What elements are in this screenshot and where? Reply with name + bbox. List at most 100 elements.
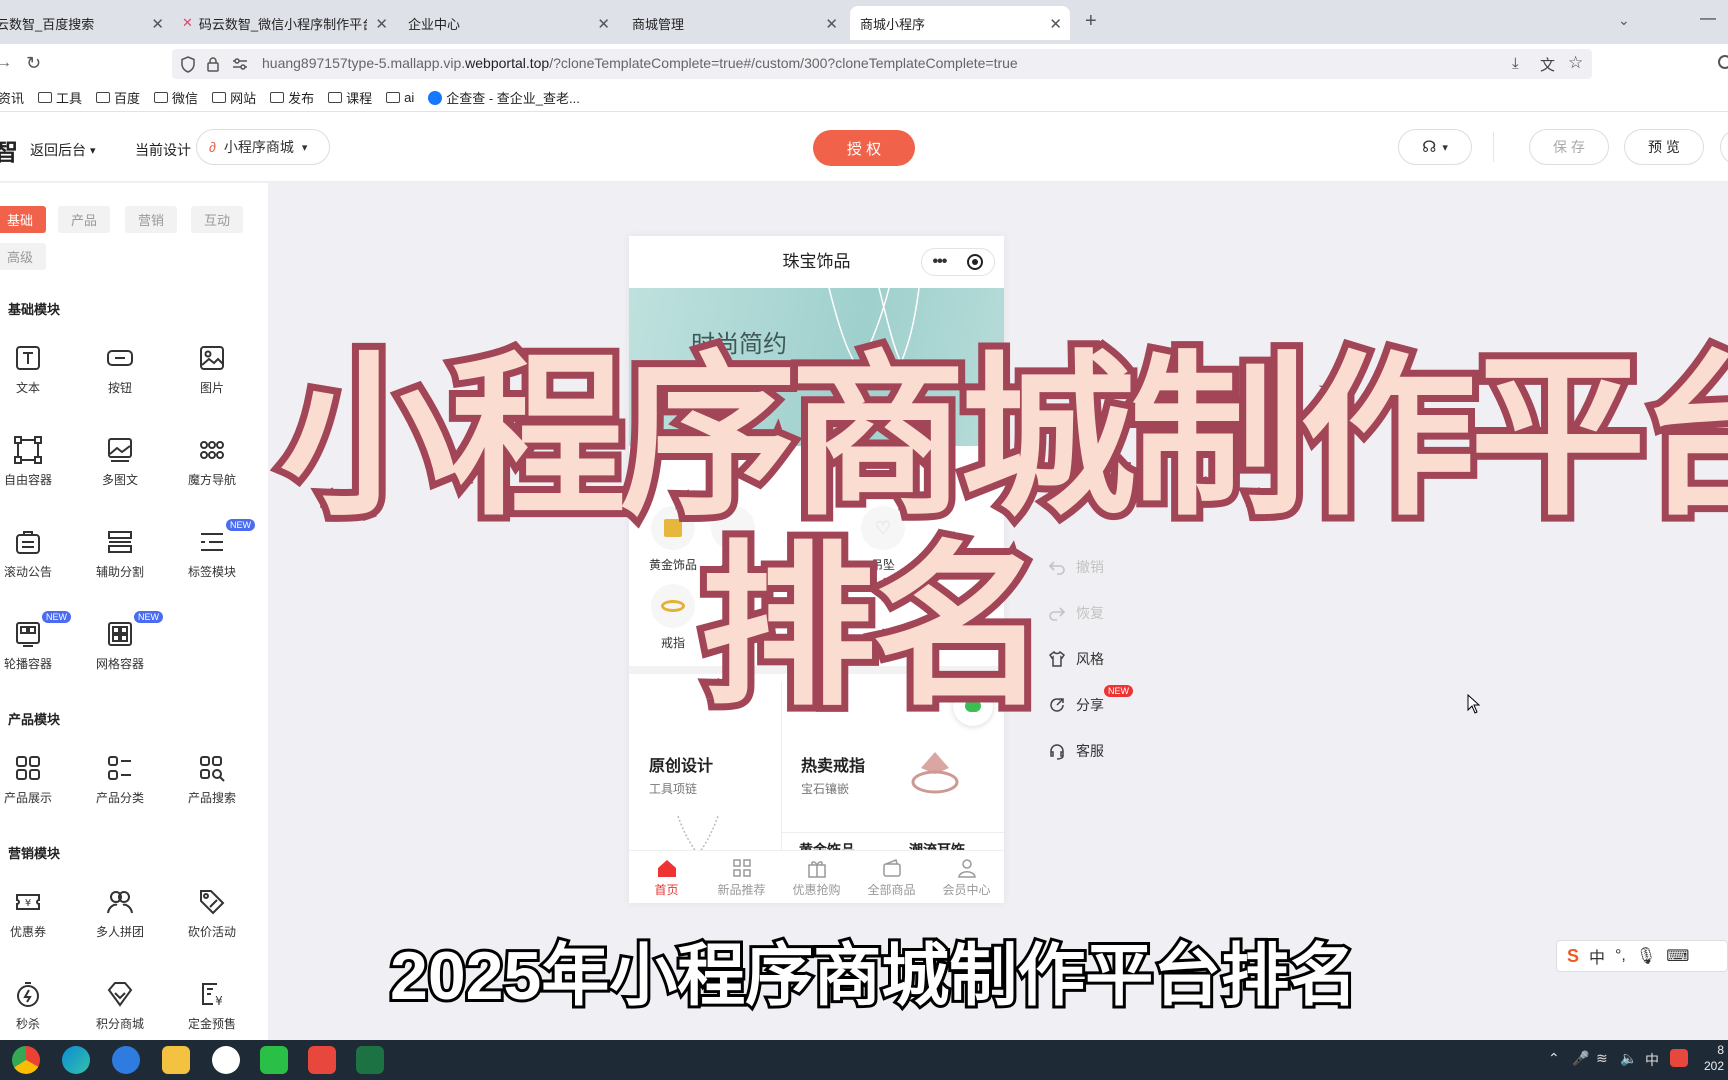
nav-new-products[interactable]: 新品推荐 [704, 851, 779, 903]
widget-magic-nav[interactable]: 魔方导航 [172, 435, 252, 488]
nav-deals[interactable]: 优惠抢购 [779, 851, 854, 903]
plus-icon[interactable]: + [1085, 10, 1097, 33]
nav-home[interactable]: 首页 [629, 851, 704, 903]
bookmark-folder[interactable]: ai [386, 90, 414, 105]
close-icon[interactable]: ✕ [151, 15, 164, 33]
tray-chevron-up-icon[interactable]: ⌃ [1548, 1050, 1560, 1067]
ime-language-toggle[interactable]: 中 [1589, 944, 1605, 968]
customer-service-button[interactable]: 客服 [1048, 741, 1104, 761]
sogou-browser-icon[interactable] [112, 1046, 140, 1074]
share-icon [1050, 698, 1064, 712]
minimize-icon[interactable]: — [1700, 10, 1716, 28]
keyboard-icon[interactable]: ⌨ [1666, 946, 1689, 966]
section-title-basic: 基础模块 [8, 302, 61, 317]
widget-text[interactable]: 文本 [0, 343, 68, 396]
widget-scroll-notice[interactable]: 滚动公告 [0, 527, 68, 580]
wechat-icon[interactable] [260, 1046, 288, 1074]
widget-deposit-presale[interactable]: ¥ 定金预售 [172, 979, 252, 1032]
tray-microphone-icon[interactable]: 🎤 [1572, 1050, 1589, 1067]
chrome-icon[interactable] [12, 1046, 40, 1074]
clock[interactable]: 8 202 [1704, 1042, 1724, 1074]
close-icon[interactable]: ✕ [825, 15, 838, 33]
tray-sogou-icon[interactable] [1670, 1049, 1688, 1067]
card-divider [781, 832, 1004, 833]
punctuation-icon[interactable]: °, [1615, 947, 1626, 965]
widget-button[interactable]: 按钮 [80, 343, 160, 396]
widget-grid-container[interactable]: 网格容器 NEW [80, 611, 163, 672]
category-ring[interactable]: 戒指 [643, 584, 703, 651]
bookmark-item[interactable]: 资讯 [0, 88, 24, 107]
back-to-admin-button[interactable]: 返回后台 ▾ [30, 140, 96, 160]
microphone-icon[interactable]: 🎙 [1636, 946, 1656, 966]
tab-mall-management[interactable]: 商城管理 ✕ [622, 6, 846, 40]
bookmark-folder[interactable]: 微信 [154, 88, 198, 107]
chevron-down-icon[interactable]: ⌄ [1618, 12, 1630, 29]
tab-product[interactable]: 产品 [58, 206, 110, 233]
widget-image[interactable]: 图片 [172, 343, 252, 396]
qq-icon[interactable] [212, 1046, 240, 1074]
tab-mall-miniprogram[interactable]: 商城小程序 ✕ [850, 6, 1070, 40]
forward-icon[interactable]: → [0, 54, 12, 72]
bookmark-folder[interactable]: 网站 [212, 88, 256, 107]
translate-icon[interactable]: 文 [1540, 54, 1555, 75]
url-field[interactable]: huang897157type-5.mallapp.vip.webportal.… [172, 49, 1592, 79]
authorize-button[interactable]: 授 权 [813, 130, 915, 166]
capsule-menu[interactable]: ••• [921, 248, 995, 276]
bookmark-folder[interactable]: 工具 [38, 88, 82, 107]
undo-button[interactable]: 撤销 [1048, 557, 1104, 577]
nav-member-center[interactable]: 会员中心 [929, 851, 1004, 903]
volume-icon[interactable]: 🔈 [1620, 1050, 1637, 1067]
profile-icon[interactable] [1718, 55, 1728, 69]
section-title-marketing: 营销模块 [8, 846, 61, 861]
close-icon[interactable]: ✕ [1049, 15, 1062, 33]
widget-group-buy[interactable]: 多人拼团 [80, 887, 160, 940]
close-icon[interactable]: ✕ [597, 15, 610, 33]
widget-free-container[interactable]: 自由容器 [0, 435, 68, 488]
widget-product-display[interactable]: 产品展示 [0, 753, 68, 806]
nav-all-products[interactable]: 全部商品 [854, 851, 929, 903]
tab-mayun-weixin[interactable]: ✕ 码云数智_微信小程序制作平台_ ✕ [172, 6, 396, 40]
excel-icon[interactable] [356, 1046, 384, 1074]
share-button[interactable]: 分享 NEW [1048, 685, 1133, 715]
bookmark-folder[interactable]: 百度 [96, 88, 140, 107]
tab-baidu-search[interactable]: 云数智_百度搜索 ✕ [0, 6, 172, 40]
card-original-design[interactable]: 原创设计 工具项链 [649, 752, 713, 797]
publish-button[interactable] [1720, 129, 1728, 165]
widget-flash-sale[interactable]: 秒杀 [0, 979, 68, 1032]
wifi-icon[interactable]: ≋ [1596, 1050, 1608, 1067]
bookmark-qichacha[interactable]: 企查查 - 查企业_查老... [428, 88, 580, 107]
star-icon[interactable]: ☆ [1568, 53, 1583, 73]
redo-button[interactable]: 恢复 [1048, 603, 1104, 623]
preview-button[interactable]: 预 览 [1624, 129, 1704, 165]
widget-points-mall[interactable]: 积分商城 [80, 979, 160, 1032]
tab-basic[interactable]: 基础 [0, 206, 46, 233]
tab-marketing[interactable]: 营销 [125, 206, 177, 233]
close-icon[interactable]: ✕ [375, 15, 388, 33]
widget-product-category[interactable]: 产品分类 [80, 753, 160, 806]
edge-icon[interactable] [62, 1046, 90, 1074]
widget-product-search[interactable]: 产品搜索 [172, 753, 252, 806]
widget-tag-module[interactable]: 标签模块 NEW [172, 519, 255, 580]
download-icon[interactable]: ⤓ [1512, 55, 1519, 72]
save-button[interactable]: 保 存 [1529, 129, 1609, 165]
card-hot-rings[interactable]: 热卖戒指 宝石镶嵌 [801, 752, 865, 797]
tray-ime-language[interactable]: 中 [1645, 1050, 1659, 1070]
widget-coupon[interactable]: ¥ 优惠券 [0, 887, 68, 940]
text-icon [16, 346, 40, 370]
video-app-icon[interactable] [308, 1046, 336, 1074]
tab-interaction[interactable]: 互动 [191, 206, 243, 233]
bookmark-folder[interactable]: 发布 [270, 88, 314, 107]
site-settings-icon[interactable] [232, 57, 248, 71]
tab-advanced[interactable]: 高级 [0, 243, 46, 270]
widget-carousel-container[interactable]: 轮播容器 NEW [0, 611, 71, 672]
widget-bargain[interactable]: 砍价活动 [172, 887, 252, 940]
file-explorer-icon[interactable] [162, 1046, 190, 1074]
reload-icon[interactable]: ↻ [26, 53, 41, 74]
style-button[interactable]: 风格 [1048, 649, 1104, 669]
customer-service-menu[interactable]: ☊ ▾ [1398, 129, 1472, 165]
widget-multi-image-text[interactable]: 多图文 [80, 435, 160, 488]
bookmark-folder[interactable]: 课程 [328, 88, 372, 107]
design-select[interactable]: ∂ 小程序商城 ▾ [196, 129, 330, 165]
widget-divider[interactable]: 辅助分割 [80, 527, 160, 580]
tab-enterprise-center[interactable]: 企业中心 ✕ [398, 6, 618, 40]
